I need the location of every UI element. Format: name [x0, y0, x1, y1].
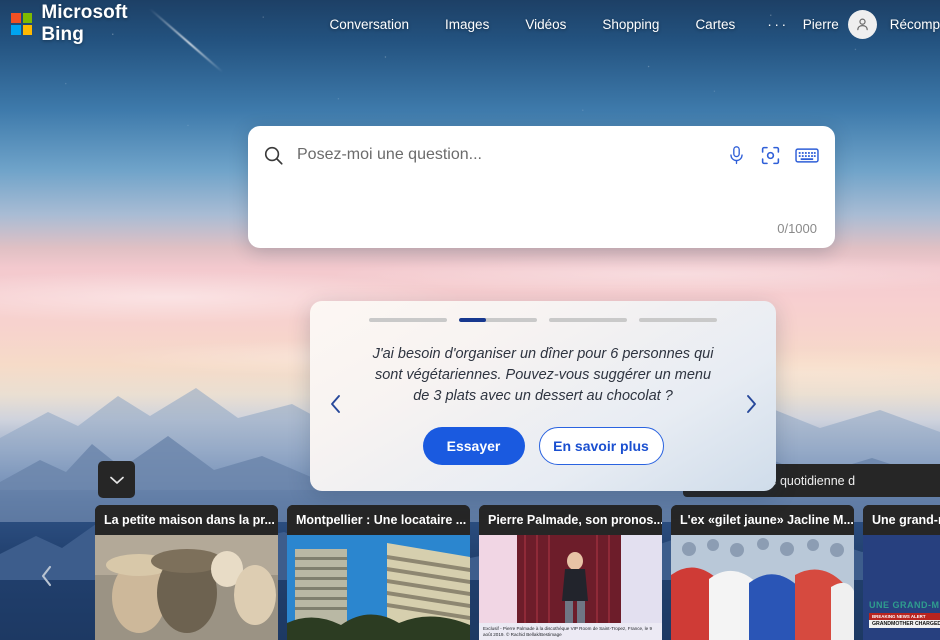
- news-card-overlay-title: UNE GRAND-M: [869, 600, 940, 610]
- keyboard-icon[interactable]: [795, 146, 819, 165]
- carousel-prev-icon[interactable]: [324, 393, 346, 415]
- news-card-title: Montpellier : Une locataire ...: [287, 505, 470, 535]
- nav-more-menu-icon[interactable]: ···: [753, 10, 803, 38]
- nav-shopping[interactable]: Shopping: [584, 11, 677, 38]
- table-row[interactable]: Montpellier : Une locataire ...: [287, 505, 470, 640]
- suggestion-text: J'ai besoin d'organiser un dîner pour 6 …: [372, 346, 714, 404]
- news-prev-button[interactable]: [33, 563, 59, 589]
- table-row[interactable]: L'ex «gilet jaune» Jacline M...: [671, 505, 854, 640]
- carousel-progress: [369, 318, 717, 322]
- rewards-link[interactable]: Récomp: [886, 17, 940, 32]
- news-card-title: Pierre Palmade, son pronos...: [479, 505, 662, 535]
- carousel-next-icon[interactable]: [740, 393, 762, 415]
- news-card-thumbnail: UNE GRAND-M BREAKING NEWS ALERT GRANDMOT…: [863, 535, 940, 640]
- chevron-down-icon: [109, 476, 124, 484]
- collapse-button[interactable]: [98, 461, 135, 498]
- news-card-title: La petite maison dans la pr...: [95, 505, 278, 535]
- learn-more-button[interactable]: En savoir plus: [538, 427, 664, 465]
- carousel-progress-1[interactable]: [369, 318, 447, 322]
- news-card-thumbnail: [671, 535, 854, 640]
- visual-search-icon[interactable]: [760, 145, 781, 166]
- news-alert-line1: BREAKING NEWS ALERT: [869, 613, 940, 620]
- news-alert-line2: GRANDMOTHER CHARGED: [869, 620, 940, 628]
- search-row: [248, 126, 835, 184]
- news-carousel: La petite maison dans la pr... Montpelli…: [0, 505, 940, 640]
- microphone-icon[interactable]: [727, 145, 746, 166]
- table-row[interactable]: Une grand-m UNE GRAND-M BREAKING NEWS AL…: [863, 505, 940, 640]
- nav-cartes[interactable]: Cartes: [677, 11, 753, 38]
- brand-name: Microsoft Bing: [41, 2, 128, 45]
- carousel-progress-2[interactable]: [459, 318, 537, 322]
- chevron-left-icon: [41, 565, 51, 587]
- brand-logo-group[interactable]: Microsoft Bing: [11, 2, 172, 46]
- top-navigation-bar: Microsoft Bing Conversation Images Vidéo…: [0, 0, 940, 48]
- person-icon: [856, 18, 868, 30]
- news-card-title: L'ex «gilet jaune» Jacline M...: [671, 505, 854, 535]
- table-row[interactable]: La petite maison dans la pr...: [95, 505, 278, 640]
- search-box: 0/1000: [248, 126, 835, 248]
- search-input[interactable]: [297, 146, 727, 164]
- account-area: Pierre Récomp: [802, 9, 940, 39]
- try-button[interactable]: Essayer: [422, 427, 525, 465]
- news-card-caption: Exclusif - Pierre Palmade à la discothèq…: [479, 624, 662, 640]
- primary-nav: Conversation Images Vidéos Shopping Cart…: [312, 10, 803, 38]
- carousel-progress-3[interactable]: [549, 318, 627, 322]
- nav-images[interactable]: Images: [427, 11, 507, 38]
- suggestion-actions: Essayer En savoir plus: [422, 427, 664, 465]
- news-card-alert: BREAKING NEWS ALERT GRANDMOTHER CHARGED: [869, 613, 940, 628]
- avatar[interactable]: [847, 9, 877, 39]
- suggestion-card: J'ai besoin d'organiser un dîner pour 6 …: [310, 301, 776, 491]
- table-row[interactable]: Pierre Palmade, son pronos... Exclusif -…: [479, 505, 662, 640]
- nav-videos[interactable]: Vidéos: [507, 11, 584, 38]
- microsoft-logo-icon: [11, 13, 33, 35]
- user-name: Pierre: [802, 16, 839, 32]
- carousel-progress-4[interactable]: [639, 318, 717, 322]
- search-actions: [727, 145, 819, 166]
- news-card-list: La petite maison dans la pr... Montpelli…: [95, 505, 940, 640]
- news-card-thumbnail: Exclusif - Pierre Palmade à la discothèq…: [479, 535, 662, 640]
- news-card-title: Une grand-m: [863, 505, 940, 535]
- bing-homepage: Microsoft Bing Conversation Images Vidéo…: [0, 0, 940, 640]
- search-icon[interactable]: [262, 144, 285, 167]
- nav-conversation[interactable]: Conversation: [312, 11, 428, 38]
- character-counter: 0/1000: [777, 221, 817, 236]
- news-card-thumbnail: [95, 535, 278, 640]
- news-card-thumbnail: [287, 535, 470, 640]
